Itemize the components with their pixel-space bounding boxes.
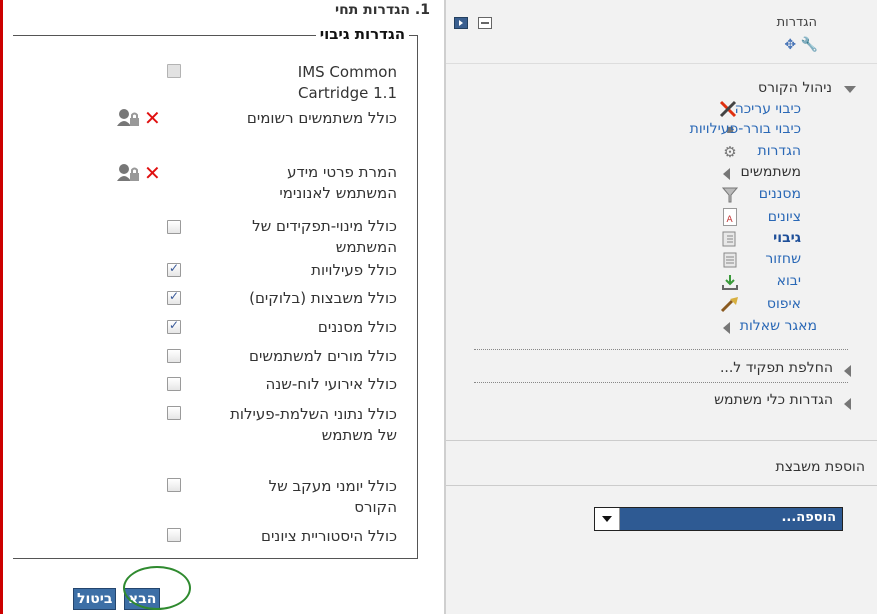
settings-link[interactable]: הגדרות [758,143,801,159]
option-label: כולל מורים למשתמשים [249,347,397,365]
svg-text:A: A [727,215,734,225]
include-grade-history-checkbox[interactable] [167,528,181,542]
option-label: כולל אירועי לוח-שנה [265,375,397,393]
reset-link[interactable]: איפוס [767,296,801,312]
option-label: כולל יומני מעקב של הקורס [268,477,397,516]
gear-icon: ⚙ [723,143,737,161]
user-lock-icon [117,108,141,128]
section-heading: 1. הגדרות תחי [334,2,430,18]
not-allowed-icon: ✕ [144,161,161,185]
option-label: כולל משבצות (בלוקים) [249,289,397,307]
chevron-down-icon[interactable] [595,508,620,530]
option-label: כולל משתמשים רשומים [246,109,397,127]
backup-settings-fieldset: הגדרות גיבוי IMS Common Cartridge 1.1 ✕ … [13,25,418,559]
settings-block-title: הגדרות [776,15,817,30]
expand-arrow-icon[interactable] [723,168,730,180]
include-calendar-events-checkbox[interactable] [167,377,181,391]
expand-arrow-icon[interactable] [844,365,851,377]
wrench-icon[interactable]: 🔧 [801,37,818,53]
backup-settings-panel: הגדרות גיבוי IMS Common Cartridge 1.1 ✕ … [0,0,449,614]
question-bank-node[interactable]: מאגר שאלות [740,318,817,334]
import-icon [721,273,739,291]
filter-icon [721,186,739,204]
not-allowed-icon: ✕ [144,106,161,130]
option-label: IMS Common Cartridge 1.1 [297,63,397,102]
add-block-header: הוספת משבצת [446,440,877,486]
divider [474,382,848,383]
backup-link[interactable]: גיבוי [773,230,801,246]
option-label: כולל מינוי-תפקידים של המשתמש [252,217,397,256]
include-completion-checkbox[interactable] [167,406,181,420]
grades-link[interactable]: ציונים [768,209,801,225]
cancel-button[interactable]: ביטול [73,588,117,610]
move-icon[interactable]: ✥ [784,37,796,53]
block-action-icons: ✥ 🔧 [784,37,818,53]
grades-icon: A [721,208,739,226]
switch-role-node[interactable]: החלפת תפקיד ל... [720,360,833,376]
option-label: כולל נתוני השלמת-פעילות של משתמש [230,405,397,444]
reset-icon [720,295,738,313]
backup-settings-legend: הגדרות גיבוי [315,25,409,43]
backup-icon [721,230,739,248]
collapse-arrow-icon[interactable] [844,86,856,93]
users-node[interactable]: משתמשים [741,164,801,180]
include-blocks-checkbox[interactable] [167,289,181,305]
expand-arrow-icon[interactable] [723,322,730,334]
option-label: כולל פעילויות [311,261,397,279]
restore-icon [721,251,739,269]
include-filters-checkbox[interactable] [167,318,181,334]
add-block-select-value: הוספה... [781,510,836,525]
option-label: כולל היסטוריית ציונים [261,527,397,545]
course-admin-node[interactable]: ניהול הקורס [758,80,832,96]
collapse-icon[interactable] [478,14,493,29]
editing-off-link[interactable]: כיבוי עריכה [735,101,801,117]
restore-link[interactable]: שחזור [765,251,801,267]
include-activities-checkbox[interactable] [167,261,181,277]
user-lock-icon [117,163,141,183]
option-label: כולל מסננים [317,318,397,336]
include-logs-checkbox[interactable] [167,478,181,492]
option-label: המרת פרטי מידע המשתמש לאנונימי [279,163,397,202]
divider [474,349,848,350]
import-link[interactable]: יבוא [777,273,801,289]
settings-block-header: הגדרות ✥ 🔧 [446,3,877,64]
ims-cartridge-checkbox[interactable] [167,64,181,78]
include-comments-checkbox[interactable] [167,349,181,363]
user-settings-node[interactable]: הגדרות כלי משתמש [714,392,833,408]
add-block-select[interactable]: הוספה... [594,507,843,531]
filters-link[interactable]: מסננים [759,186,801,202]
highlight-circle [123,566,191,610]
dock-icon[interactable] [454,14,468,29]
add-block-title: הוספת משבצת [775,459,865,475]
expand-arrow-icon[interactable] [844,398,851,410]
block-controls [454,14,497,33]
activity-chooser-off-link[interactable]: כיבוי בורר-פעילויות [690,121,801,137]
settings-sidebar: הגדרות ✥ 🔧 ניהול הקורס כיבוי עריכה ■ כיב… [446,0,877,614]
include-role-assignments-checkbox[interactable] [167,220,181,234]
